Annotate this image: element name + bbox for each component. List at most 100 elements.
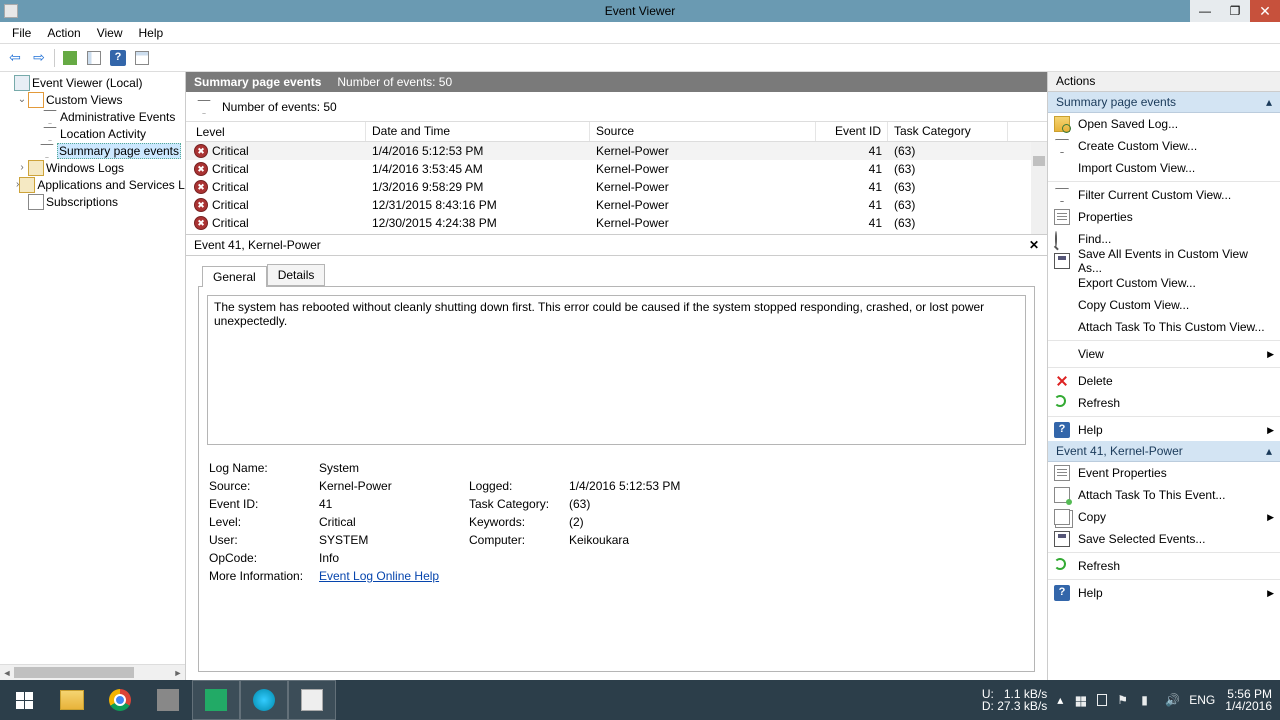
action-create-custom-view[interactable]: Create Custom View... bbox=[1048, 135, 1280, 157]
action-import-custom-view[interactable]: Import Custom View... bbox=[1048, 157, 1280, 179]
delete-icon bbox=[1054, 373, 1070, 389]
label-opcode: OpCode: bbox=[209, 551, 319, 565]
action-export-custom-view[interactable]: Export Custom View... bbox=[1048, 272, 1280, 294]
tree-app-services-logs[interactable]: ›Applications and Services Lo bbox=[0, 176, 185, 193]
window-titlebar: Event Viewer — ❐ ✕ bbox=[0, 0, 1280, 22]
tree-admin-events[interactable]: Administrative Events bbox=[0, 108, 185, 125]
action-refresh[interactable]: Refresh bbox=[1048, 392, 1280, 414]
taskbar-eventviewer[interactable] bbox=[288, 680, 336, 720]
taskbar-app3[interactable] bbox=[240, 680, 288, 720]
show-tree-button[interactable] bbox=[59, 47, 81, 69]
grid-vscrollbar[interactable] bbox=[1031, 142, 1047, 234]
tray-overflow-icon[interactable]: ▴ bbox=[1057, 693, 1063, 707]
maximize-button[interactable]: ❐ bbox=[1220, 0, 1250, 22]
grid-header[interactable]: Level Date and Time Source Event ID Task… bbox=[186, 122, 1047, 142]
eventviewer-icon bbox=[14, 75, 30, 91]
nav-back-button[interactable] bbox=[4, 47, 26, 69]
action-help-2[interactable]: ?Help▶ bbox=[1048, 582, 1280, 604]
minimize-button[interactable]: — bbox=[1190, 0, 1220, 22]
copy-icon bbox=[1054, 509, 1070, 525]
network-icon[interactable]: ▮ bbox=[1141, 693, 1155, 707]
tree-subscriptions[interactable]: Subscriptions bbox=[0, 193, 185, 210]
action-copy[interactable]: Copy▶ bbox=[1048, 506, 1280, 528]
nav-forward-button[interactable] bbox=[28, 47, 50, 69]
menu-view[interactable]: View bbox=[89, 24, 131, 42]
detail-close-button[interactable]: ✕ bbox=[1029, 238, 1039, 252]
col-taskcategory[interactable]: Task Category bbox=[888, 122, 1008, 141]
close-button[interactable]: ✕ bbox=[1250, 0, 1280, 22]
menu-bar: File Action View Help bbox=[0, 22, 1280, 44]
action-delete[interactable]: Delete bbox=[1048, 370, 1280, 392]
action-attach-task-view[interactable]: Attach Task To This Custom View... bbox=[1048, 316, 1280, 338]
tree-custom-views[interactable]: ⌄Custom Views bbox=[0, 91, 185, 108]
col-eventid[interactable]: Event ID bbox=[816, 122, 888, 141]
start-button[interactable] bbox=[0, 680, 48, 720]
table-row[interactable]: ✖Critical1/4/2016 3:53:45 AMKernel-Power… bbox=[186, 160, 1047, 178]
clock[interactable]: 5:56 PM 1/4/2016 bbox=[1225, 688, 1272, 712]
help-button[interactable]: ? bbox=[107, 47, 129, 69]
tree-root[interactable]: Event Viewer (Local) bbox=[0, 74, 185, 91]
nav-tree[interactable]: Event Viewer (Local) ⌄Custom Views Admin… bbox=[0, 72, 186, 680]
subscriptions-icon bbox=[28, 194, 44, 210]
actions-pane: Actions Summary page events▴ Open Saved … bbox=[1048, 72, 1280, 680]
value-source: Kernel-Power bbox=[319, 479, 469, 493]
grid-body[interactable]: ✖Critical1/4/2016 5:12:53 PMKernel-Power… bbox=[186, 142, 1047, 234]
action-event-properties[interactable]: Event Properties bbox=[1048, 462, 1280, 484]
table-row[interactable]: ✖Critical1/3/2016 9:58:29 PMKernel-Power… bbox=[186, 178, 1047, 196]
action-attach-task-event[interactable]: Attach Task To This Event... bbox=[1048, 484, 1280, 506]
volume-icon[interactable]: 🔊 bbox=[1165, 693, 1179, 707]
error-icon: ✖ bbox=[194, 198, 208, 212]
col-level[interactable]: Level bbox=[186, 122, 366, 141]
taskbar-app2[interactable] bbox=[192, 680, 240, 720]
taskbar-app1[interactable] bbox=[144, 680, 192, 720]
menu-action[interactable]: Action bbox=[39, 24, 88, 42]
col-date[interactable]: Date and Time bbox=[366, 122, 590, 141]
action-filter-custom-view[interactable]: Filter Current Custom View... bbox=[1048, 184, 1280, 206]
menu-help[interactable]: Help bbox=[131, 24, 172, 42]
section-header: Summary page events Number of events: 50 bbox=[186, 72, 1047, 92]
action-help[interactable]: ?Help▶ bbox=[1048, 419, 1280, 441]
action-refresh-2[interactable]: Refresh bbox=[1048, 555, 1280, 577]
tree-summary-page-events[interactable]: Summary page events bbox=[0, 142, 185, 159]
tab-general[interactable]: General bbox=[202, 266, 267, 287]
value-opcode: Info bbox=[319, 551, 469, 565]
tab-details[interactable]: Details bbox=[267, 264, 326, 286]
table-row[interactable]: ✖Critical12/30/2015 4:24:38 PMKernel-Pow… bbox=[186, 214, 1047, 232]
tree-windows-logs[interactable]: ›Windows Logs bbox=[0, 159, 185, 176]
find-icon bbox=[1054, 231, 1070, 247]
actions-section-view[interactable]: Summary page events▴ bbox=[1048, 92, 1280, 113]
blank-icon bbox=[1054, 346, 1070, 362]
tree-location-activity[interactable]: Location Activity bbox=[0, 125, 185, 142]
value-level: Critical bbox=[319, 515, 469, 529]
menu-file[interactable]: File bbox=[4, 24, 39, 42]
system-tray[interactable]: U: 1.1 kB/s D: 27.3 kB/s ▴ ⚑ ▮ 🔊 ENG 5:5… bbox=[982, 688, 1280, 712]
taskbar-chrome[interactable] bbox=[96, 680, 144, 720]
actions-section-event[interactable]: Event 41, Kernel-Power▴ bbox=[1048, 441, 1280, 462]
link-moreinfo[interactable]: Event Log Online Help bbox=[319, 569, 469, 583]
pane1-button[interactable] bbox=[83, 47, 105, 69]
center-pane: Summary page events Number of events: 50… bbox=[186, 72, 1048, 680]
col-source[interactable]: Source bbox=[590, 122, 816, 141]
pane2-button[interactable] bbox=[131, 47, 153, 69]
filter-icon bbox=[42, 126, 58, 142]
action-view-submenu[interactable]: View▶ bbox=[1048, 343, 1280, 365]
action-properties[interactable]: Properties bbox=[1048, 206, 1280, 228]
table-row[interactable]: ✖Critical12/31/2015 8:43:16 PMKernel-Pow… bbox=[186, 196, 1047, 214]
table-row[interactable]: ✖Critical1/4/2016 5:12:53 PMKernel-Power… bbox=[186, 142, 1047, 160]
tray-icon[interactable]: ⚑ bbox=[1117, 693, 1131, 707]
action-save-selected[interactable]: Save Selected Events... bbox=[1048, 528, 1280, 550]
language-indicator[interactable]: ENG bbox=[1189, 693, 1215, 707]
taskbar[interactable]: U: 1.1 kB/s D: 27.3 kB/s ▴ ⚑ ▮ 🔊 ENG 5:5… bbox=[0, 680, 1280, 720]
action-copy-custom-view[interactable]: Copy Custom View... bbox=[1048, 294, 1280, 316]
tray-icon[interactable] bbox=[1097, 694, 1107, 706]
label-moreinfo: More Information: bbox=[209, 569, 319, 583]
detail-header: Event 41, Kernel-Power ✕ bbox=[186, 234, 1047, 256]
action-open-saved-log[interactable]: Open Saved Log... bbox=[1048, 113, 1280, 135]
tray-icon[interactable] bbox=[1073, 693, 1087, 707]
app-icon bbox=[157, 689, 179, 711]
blank-icon bbox=[1054, 297, 1070, 313]
taskbar-explorer[interactable] bbox=[48, 680, 96, 720]
tree-hscrollbar[interactable]: ◄► bbox=[0, 664, 185, 680]
action-save-all-events[interactable]: Save All Events in Custom View As... bbox=[1048, 250, 1280, 272]
folder-icon bbox=[28, 92, 44, 108]
